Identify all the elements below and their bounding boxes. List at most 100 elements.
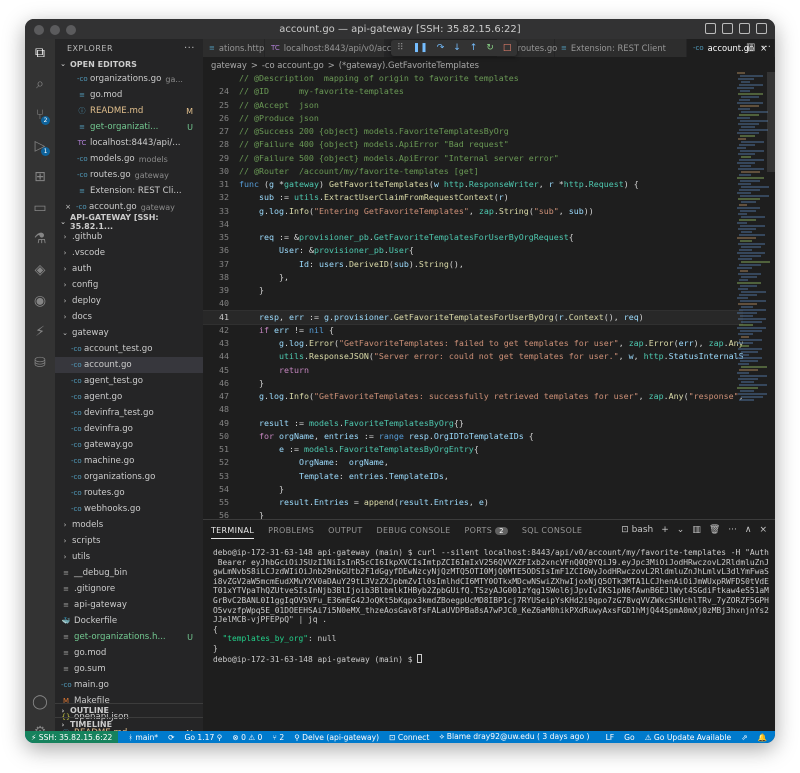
search-icon[interactable]: ⌕ [32, 76, 48, 92]
breadcrumb-item[interactable]: gateway [211, 60, 247, 70]
tree-file[interactable]: -co routes.go [55, 485, 203, 501]
tree-file[interactable]: -co main.go [55, 677, 203, 693]
tree-folder[interactable]: › .vscode [55, 245, 203, 261]
tree-file[interactable]: ≡ api-gateway [55, 597, 203, 613]
terminal-shell-label[interactable]: ⊡ bash [621, 525, 653, 535]
thunder-client-icon[interactable]: ⚡ [32, 324, 48, 340]
editor-tab[interactable]: ≡ Extension: REST Client [555, 39, 687, 57]
more-actions-icon[interactable]: ··· [761, 42, 771, 53]
customize-layout-icon[interactable] [756, 23, 767, 34]
panel-tab-sql-console[interactable]: SQL CONSOLE [522, 526, 582, 535]
open-editor-item[interactable]: TC localhost:8443/api/... [55, 135, 203, 151]
panel-tab-ports[interactable]: PORTS 2 [465, 526, 508, 535]
share-icon[interactable]: ⇗ [741, 733, 747, 742]
close-icon[interactable]: × [63, 203, 73, 211]
workspace-header[interactable]: ⌄ API-GATEWAY [SSH: 35.82.1... [55, 213, 203, 231]
connect-button[interactable]: ⊡ Connect [389, 733, 429, 742]
terminal-output[interactable]: debo@ip-172-31-63-148 api-gateway (main)… [213, 548, 769, 664]
git-blame[interactable]: ⟡ Blame dray92@uw.edu ( 3 days ago ) [439, 732, 589, 742]
remote-indicator[interactable]: ⚡ SSH: 35.82.15.6:22 [25, 731, 119, 743]
more-actions-icon[interactable]: ··· [184, 43, 195, 54]
tree-file[interactable]: -co gateway.go [55, 437, 203, 453]
open-editor-item[interactable]: ≡ Extension: REST Cli... [55, 183, 203, 199]
breadcrumb-item[interactable]: (*gateway).GetFavoriteTemplates [339, 60, 479, 70]
step-into-icon[interactable]: ↓ [453, 43, 461, 53]
tree-folder[interactable]: › deploy [55, 293, 203, 309]
terminal-prompt[interactable]: debo@ip-172-31-63-148 api-gateway (main)… [213, 653, 769, 665]
explorer-icon[interactable]: ⧉ [32, 45, 48, 61]
panel-tab-output[interactable]: OUTPUT [328, 526, 362, 535]
open-editor-item[interactable]: ≡ go.mod [55, 87, 203, 103]
account-icon[interactable]: ◯ [32, 694, 48, 710]
editor-tab[interactable]: TC localhost:8443/api/v0/acc [265, 39, 391, 57]
split-terminal-icon[interactable]: ▥ [692, 525, 701, 535]
terminal-dropdown-icon[interactable]: ⌄ [677, 525, 685, 535]
run-debug-icon[interactable]: ▷ 1 [32, 138, 50, 156]
sync-icon[interactable]: ⟳ [168, 733, 174, 742]
minimize-window-button[interactable] [50, 25, 60, 35]
tree-folder[interactable]: › models [55, 517, 203, 533]
minimap[interactable] [737, 72, 770, 512]
tree-folder[interactable]: › config [55, 277, 203, 293]
tree-file[interactable]: 🐳 Dockerfile [55, 613, 203, 629]
tree-file[interactable]: -co organizations.go [55, 469, 203, 485]
tree-file[interactable]: -co agent_test.go [55, 373, 203, 389]
maximize-panel-icon[interactable]: ∧ [745, 525, 752, 535]
remote-explorer-icon[interactable]: ▭ [32, 200, 48, 216]
more-actions-icon[interactable]: ··· [728, 525, 737, 535]
tree-file[interactable]: -co devinfra.go [55, 421, 203, 437]
tree-file[interactable]: ≡ .gitignore [55, 581, 203, 597]
code-editor[interactable]: // @Description mapping of origin to fav… [203, 72, 743, 519]
open-editors-header[interactable]: ⌄ OPEN EDITORS [55, 57, 203, 71]
language-mode[interactable]: Go [624, 733, 635, 742]
tree-file[interactable]: -co account.go [55, 357, 203, 373]
toggle-panel-icon[interactable] [722, 23, 733, 34]
go-version[interactable]: Go 1.17 ⚲ [184, 733, 222, 742]
toggle-secondary-sidebar-icon[interactable] [739, 23, 750, 34]
open-editor-item[interactable]: -co routes.go gateway [55, 167, 203, 183]
close-window-button[interactable] [34, 25, 44, 35]
ports-count[interactable]: ⑂ 2 [272, 733, 284, 742]
stop-icon[interactable]: □ [503, 43, 512, 53]
maximize-window-button[interactable] [66, 25, 76, 35]
outline-header[interactable]: › OUTLINE [55, 703, 203, 717]
tree-folder[interactable]: › auth [55, 261, 203, 277]
line-ending[interactable]: LF [606, 733, 615, 742]
tree-file[interactable]: ≡ __debug_bin [55, 565, 203, 581]
tree-file[interactable]: ≡ go.mod [55, 645, 203, 661]
git-branch[interactable]: ᚼ main* [128, 733, 158, 742]
debug-session[interactable]: ⚲ Delve (api-gateway) [294, 733, 379, 742]
editor-scrollbar[interactable] [767, 72, 775, 172]
database-icon[interactable]: ⛁ [32, 355, 48, 371]
breadcrumb-item[interactable]: -co account.go [262, 60, 324, 70]
open-editor-item[interactable]: ⓘ README.md M [55, 103, 203, 119]
docker-icon[interactable]: ◈ [32, 262, 48, 278]
go-update-notice[interactable]: ⚠ Go Update Available [645, 733, 731, 742]
step-over-icon[interactable]: ↷ [437, 43, 445, 53]
gitlens-icon[interactable]: ◉ [32, 293, 48, 309]
open-editor-item[interactable]: ≡ get-organizati... U [55, 119, 203, 135]
open-editor-item[interactable]: -co models.go models [55, 151, 203, 167]
testing-icon[interactable]: ⚗ [32, 231, 48, 247]
toggle-sidebar-icon[interactable] [705, 23, 716, 34]
new-terminal-icon[interactable]: + [661, 525, 669, 535]
pause-icon[interactable]: ❚❚ [413, 43, 428, 53]
tree-file[interactable]: ≡ go.sum [55, 661, 203, 677]
notifications-bell-icon[interactable]: 🔔 [758, 733, 767, 742]
tree-folder[interactable]: › docs [55, 309, 203, 325]
tree-file[interactable]: -co devinfra_test.go [55, 405, 203, 421]
tree-file[interactable]: -co account_test.go [55, 341, 203, 357]
tree-folder[interactable]: › scripts [55, 533, 203, 549]
panel-tab-debug-console[interactable]: DEBUG CONSOLE [377, 526, 451, 535]
source-control-icon[interactable]: ⑂ 2 [32, 107, 50, 125]
drag-handle-icon[interactable]: ⠿ [397, 43, 404, 53]
step-out-icon[interactable]: ↑ [470, 43, 478, 53]
panel-tab-terminal[interactable]: TERMINAL [211, 522, 255, 539]
tree-file[interactable]: -co webhooks.go [55, 501, 203, 517]
open-editor-item[interactable]: × -co account.go gateway [55, 199, 203, 215]
extensions-icon[interactable]: ⊞ [32, 169, 48, 185]
tree-file[interactable]: ≡ get-organizations.h... U [55, 629, 203, 645]
tree-folder[interactable]: › utils [55, 549, 203, 565]
tree-folder[interactable]: ⌄ gateway [55, 325, 203, 341]
open-editor-item[interactable]: -co organizations.go ga... [55, 71, 203, 87]
